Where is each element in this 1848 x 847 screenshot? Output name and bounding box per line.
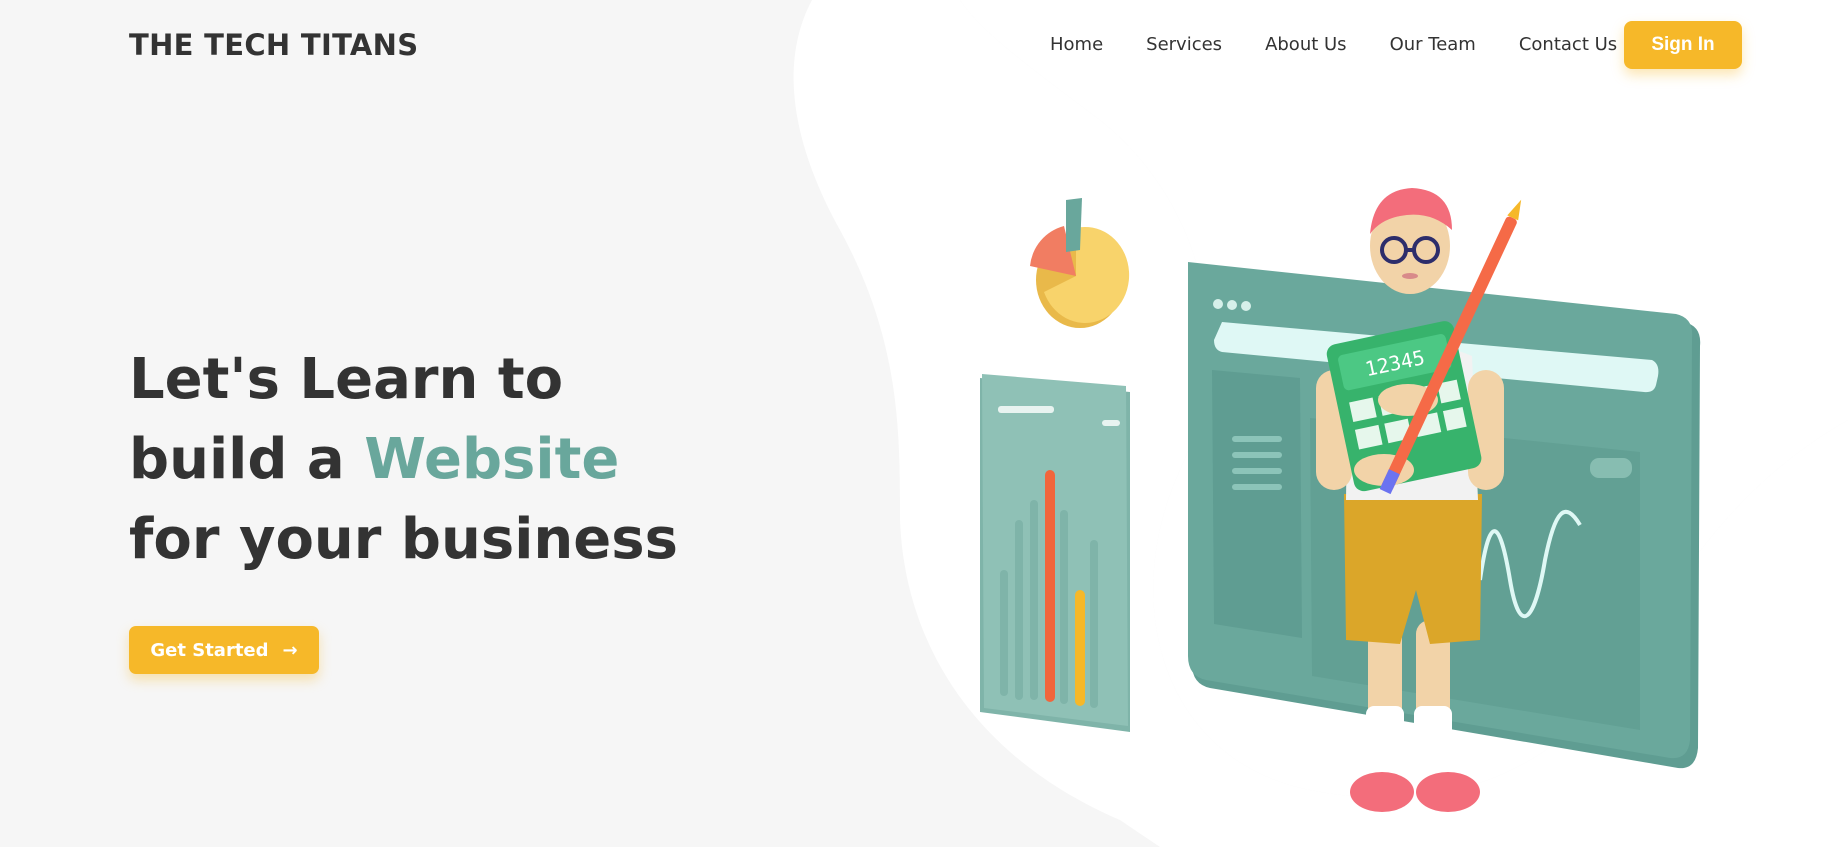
- hero-illustration: 12345: [980, 188, 1701, 812]
- get-started-label: Get Started: [150, 639, 269, 661]
- hero-line-3: for your business: [129, 507, 678, 572]
- hero-section: Let's Learn to build a Website for your …: [129, 340, 678, 580]
- nav-item-about-us[interactable]: About Us: [1265, 34, 1347, 55]
- main-nav: Home Services About Us Our Team Contact …: [1050, 34, 1660, 55]
- arrow-right-icon: →: [282, 639, 298, 661]
- brand-logo[interactable]: THE TECH TITANS: [129, 28, 418, 62]
- nav-item-home[interactable]: Home: [1050, 34, 1103, 55]
- sign-in-button[interactable]: Sign In: [1624, 21, 1742, 69]
- nav-item-contact-us[interactable]: Contact Us: [1519, 34, 1617, 55]
- nav-item-our-team[interactable]: Our Team: [1390, 34, 1476, 55]
- nav-item-services[interactable]: Services: [1146, 34, 1222, 55]
- bar-chart-card: [980, 374, 1130, 732]
- hero-line-2-prefix: build a: [129, 427, 365, 492]
- pie-chart-icon: [1030, 198, 1130, 328]
- site-header: THE TECH TITANS Home Services About Us O…: [0, 0, 1848, 92]
- hero-line-1: Let's Learn to: [129, 347, 564, 412]
- hero-heading: Let's Learn to build a Website for your …: [129, 340, 678, 580]
- hero-accent-word: Website: [364, 427, 620, 492]
- get-started-button[interactable]: Get Started →: [129, 626, 319, 674]
